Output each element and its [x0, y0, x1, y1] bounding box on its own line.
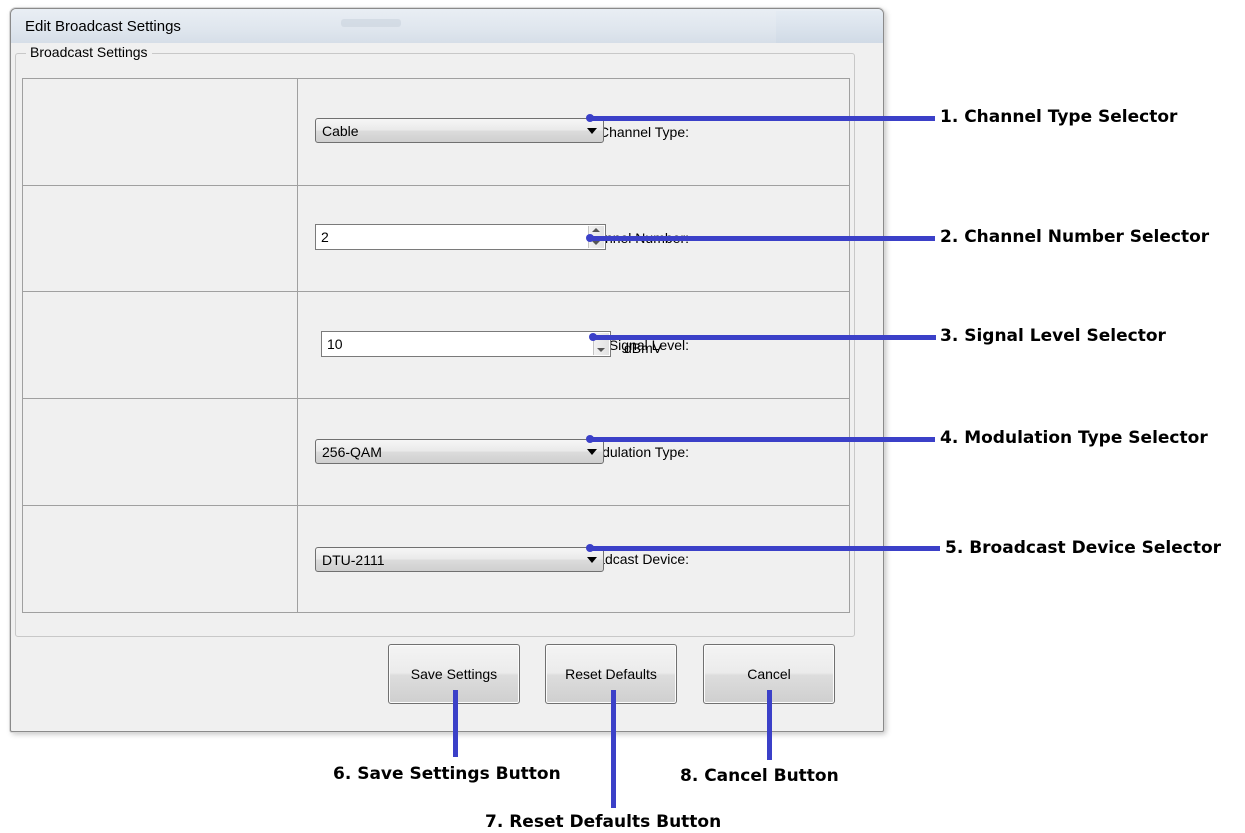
table-row-divider — [23, 291, 849, 292]
callout-line — [611, 690, 616, 808]
broadcast-device-select[interactable]: DTU-2111 — [315, 547, 604, 572]
callout-channel-type: 1. Channel Type Selector — [940, 107, 1178, 127]
channel-number-spinner[interactable]: 2 — [315, 224, 606, 250]
signal-level-spinner[interactable]: 10 — [321, 331, 611, 357]
window-title: Edit Broadcast Settings — [25, 18, 181, 35]
signal-level-value: 10 — [327, 336, 343, 352]
title-bar[interactable]: Edit Broadcast Settings — [11, 9, 883, 43]
callout-line — [590, 437, 935, 442]
spin-down-icon[interactable] — [597, 348, 605, 352]
callout-channel-number: 2. Channel Number Selector — [940, 227, 1210, 247]
titlebar-blur-artifact — [341, 19, 401, 27]
modulation-type-value: 256-QAM — [322, 444, 382, 460]
callout-save-settings: 6. Save Settings Button — [333, 764, 561, 784]
callout-cancel: 8. Cancel Button — [680, 766, 839, 786]
callout-line — [453, 690, 458, 757]
group-legend: Broadcast Settings — [26, 44, 152, 60]
table-row-divider — [23, 185, 849, 186]
table-row-divider — [23, 398, 849, 399]
callout-modulation-type: 4. Modulation Type Selector — [940, 428, 1208, 448]
callout-line — [767, 690, 772, 760]
callout-line — [590, 236, 935, 241]
spin-down-icon[interactable] — [592, 241, 600, 245]
callout-reset-defaults: 7. Reset Defaults Button — [485, 812, 722, 832]
channel-type-label: Channel Type: — [598, 124, 689, 140]
channel-type-value: Cable — [322, 123, 359, 139]
spin-up-icon[interactable] — [592, 228, 600, 232]
callout-signal-level: 3. Signal Level Selector — [940, 326, 1166, 346]
titlebar-blur-artifact-right — [776, 11, 883, 43]
callout-line — [590, 116, 935, 121]
table-row-divider — [23, 505, 849, 506]
chevron-down-icon — [587, 449, 597, 455]
channel-number-value: 2 — [321, 229, 329, 245]
callout-line — [590, 546, 940, 551]
channel-type-select[interactable]: Cable — [315, 118, 604, 143]
table-column-divider — [297, 79, 298, 612]
chevron-down-icon — [587, 557, 597, 563]
chevron-down-icon — [587, 128, 597, 134]
broadcast-device-value: DTU-2111 — [322, 552, 385, 568]
modulation-type-select[interactable]: 256-QAM — [315, 439, 604, 464]
callout-line — [593, 335, 936, 340]
signal-level-unit: dBmV — [624, 340, 663, 356]
callout-broadcast-device: 5. Broadcast Device Selector — [945, 538, 1222, 558]
